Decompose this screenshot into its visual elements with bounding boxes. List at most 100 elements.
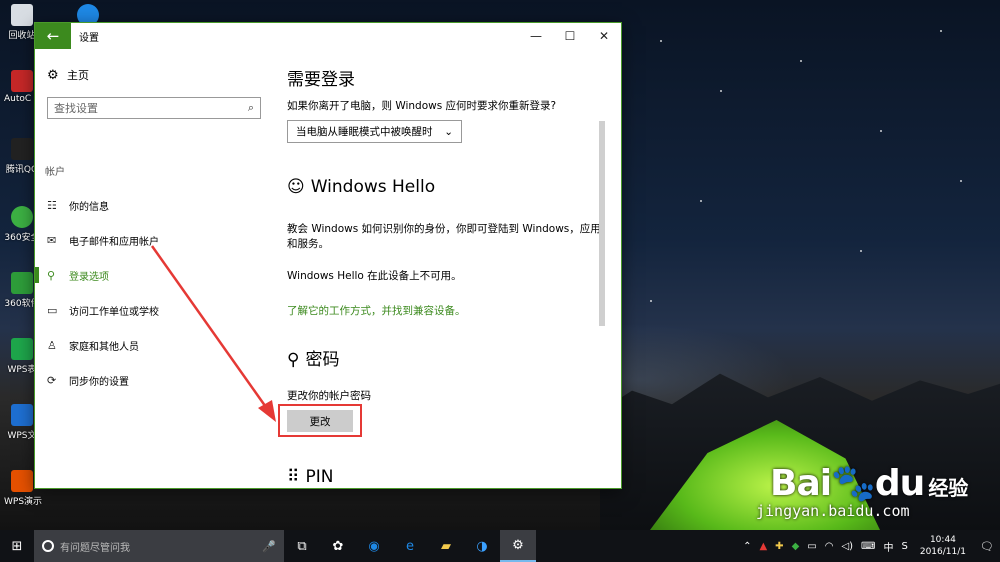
sidebar-item-family[interactable]: ♙ 家庭和其他人员: [35, 330, 271, 360]
window-title: 设置: [79, 32, 99, 44]
wps-spreadsheet-icon: [11, 338, 33, 360]
heading-windows-hello: ☺ Windows Hello: [287, 177, 435, 197]
back-arrow-icon: ←: [46, 27, 60, 45]
wps-presentation-icon: [11, 470, 33, 492]
heading-text: Windows Hello: [310, 177, 436, 197]
briefcase-icon: ▭: [47, 303, 58, 317]
cortana-search[interactable]: 有问题尽管问我 🎤: [34, 530, 284, 562]
sidebar-item-sign-in-options[interactable]: ⚲ 登录选项: [35, 260, 271, 290]
gear-icon: ⚙: [512, 537, 524, 553]
sidebar-item-label: 电子邮件和应用帐户: [69, 236, 159, 248]
maximize-button[interactable]: ☐: [553, 23, 587, 49]
sidebar-item-label: 登录选项: [69, 271, 109, 283]
autocad-icon: [11, 70, 33, 92]
watermark-brand: Bai: [770, 463, 832, 504]
annotation-highlight-box: [278, 404, 362, 437]
paw-icon: 🐾: [831, 463, 876, 504]
require-signin-dropdown[interactable]: 当电脑从睡眠模式中被唤醒时 ⌄: [287, 120, 462, 143]
sidebar-item-label: 你的信息: [69, 201, 109, 213]
people-icon: ♙: [47, 338, 57, 352]
start-button[interactable]: ⊞: [0, 530, 34, 562]
tray-app-icon[interactable]: ▲: [755, 541, 771, 552]
nav-home-label: 主页: [67, 69, 89, 82]
title-bar: ← 设置 — ☐ ✕: [35, 23, 621, 49]
person-card-icon: ☷: [47, 198, 57, 212]
back-button[interactable]: ←: [35, 23, 71, 49]
mail-icon: ✉: [47, 233, 57, 247]
windows-hello-description: 教会 Windows 如何识别你的身份，你即可登陆到 Windows，应用和服务…: [287, 223, 601, 250]
system-tray: ⌃ ▲ ✚ ◆ ▭ ◠ ◁) ⌨ 中 S 10:44 2016/11/1 🗨: [739, 530, 1000, 562]
minimize-button[interactable]: —: [519, 23, 553, 49]
smile-icon: ☺: [287, 177, 305, 197]
360-safe-icon: [11, 206, 33, 228]
baidu-watermark: Bai🐾du 经验 jingyan.baidu.com: [756, 462, 969, 520]
taskbar-app-browser[interactable]: ◉: [356, 530, 392, 562]
taskbar: ⊞ 有问题尽管问我 🎤 ⧉ ✿ ◉ e ▰ ◑ ⚙ ⌃ ▲ ✚ ◆ ▭ ◠ ◁)…: [0, 530, 1000, 562]
keyboard-icon[interactable]: ⌨: [857, 541, 879, 552]
tray-shield-icon[interactable]: ◆: [788, 541, 804, 552]
taskbar-app-explorer[interactable]: ▰: [428, 530, 464, 562]
browser-icon: ◉: [368, 538, 380, 554]
settings-sidebar: ⚙ 主页 ⌕ 帐户 ☷ 你的信息 ✉ 电子邮件和应用帐户 ⚲ 登录选项 ▭ 访问…: [35, 49, 271, 489]
chevron-down-icon: ⌄: [444, 125, 453, 138]
gear-icon: ⚙: [47, 67, 59, 83]
heading-pin: ⠿ PIN: [287, 467, 333, 487]
folder-icon: ▰: [441, 538, 451, 554]
search-input[interactable]: [54, 101, 248, 115]
heading-text: PIN: [305, 467, 334, 487]
watermark-sub: 经验: [928, 476, 969, 500]
cortana-icon: [42, 540, 54, 552]
taskbar-app-edge[interactable]: e: [392, 530, 428, 562]
nav-home[interactable]: ⚙ 主页: [47, 67, 89, 83]
require-signin-question: 如果你离开了电脑，则 Windows 应何时要求你重新登录?: [287, 100, 557, 112]
edge-icon: e: [406, 538, 414, 554]
360-software-icon: [11, 272, 33, 294]
action-center-button[interactable]: 🗨: [974, 540, 1000, 553]
sidebar-item-label: 家庭和其他人员: [69, 341, 139, 353]
qq-icon: [11, 138, 33, 160]
sidebar-item-sync[interactable]: ⟳ 同步你的设置: [35, 365, 271, 395]
wifi-icon[interactable]: ◠: [821, 541, 838, 552]
sidebar-item-label: 访问工作单位或学校: [69, 306, 159, 318]
sync-icon: ⟳: [47, 373, 57, 387]
taskbar-app-sogou[interactable]: ◑: [464, 530, 500, 562]
sidebar-item-your-info[interactable]: ☷ 你的信息: [35, 190, 271, 220]
task-view-icon: ⧉: [297, 538, 307, 554]
sidebar-item-work-school[interactable]: ▭ 访问工作单位或学校: [35, 295, 271, 325]
watermark-brand-2: du: [874, 463, 925, 504]
heading-password: ⚲ 密码: [287, 345, 339, 370]
watermark-url: jingyan.baidu.com: [756, 502, 910, 520]
content-scrollbar[interactable]: [599, 121, 605, 326]
taskbar-app-fan[interactable]: ✿: [320, 530, 356, 562]
dropdown-value: 当电脑从睡眠模式中被唤醒时: [296, 126, 433, 138]
chevron-up-icon[interactable]: ⌃: [739, 541, 755, 552]
sogou-icon: ◑: [476, 538, 488, 554]
windows-hello-unavailable: Windows Hello 在此设备上不可用。: [287, 270, 462, 282]
clock-date: 2016/11/1: [919, 547, 966, 557]
sidebar-item-email-accounts[interactable]: ✉ 电子邮件和应用帐户: [35, 225, 271, 255]
ime-indicator[interactable]: 中: [879, 539, 897, 554]
wps-writer-icon: [11, 404, 33, 426]
heading-text: 密码: [305, 350, 340, 370]
tray-360-icon[interactable]: ✚: [771, 541, 787, 552]
key-icon: ⚲: [287, 350, 300, 370]
close-button[interactable]: ✕: [587, 23, 621, 49]
windows-hello-learn-link[interactable]: 了解它的工作方式，并找到兼容设备。: [287, 303, 466, 318]
fan-icon: ✿: [332, 538, 344, 554]
search-icon[interactable]: ⌕: [248, 101, 254, 115]
key-icon: ⚲: [47, 268, 56, 282]
battery-icon[interactable]: ▭: [803, 541, 820, 552]
sidebar-item-label: 同步你的设置: [69, 376, 129, 388]
taskbar-app-settings[interactable]: ⚙: [500, 530, 536, 562]
clock[interactable]: 10:44 2016/11/1: [912, 534, 974, 558]
microphone-icon[interactable]: 🎤: [262, 540, 276, 553]
settings-search[interactable]: ⌕: [47, 97, 261, 119]
volume-icon[interactable]: ◁): [837, 541, 857, 552]
heading-require-signin: 需要登录: [287, 70, 355, 90]
password-description: 更改你的帐户密码: [287, 390, 371, 402]
task-view-button[interactable]: ⧉: [284, 530, 320, 562]
clock-time: 10:44: [929, 535, 956, 545]
tray-sogou-icon[interactable]: S: [897, 541, 911, 552]
desktop-icon-label: WPS演示: [4, 497, 43, 507]
section-label-accounts: 帐户: [45, 167, 65, 178]
